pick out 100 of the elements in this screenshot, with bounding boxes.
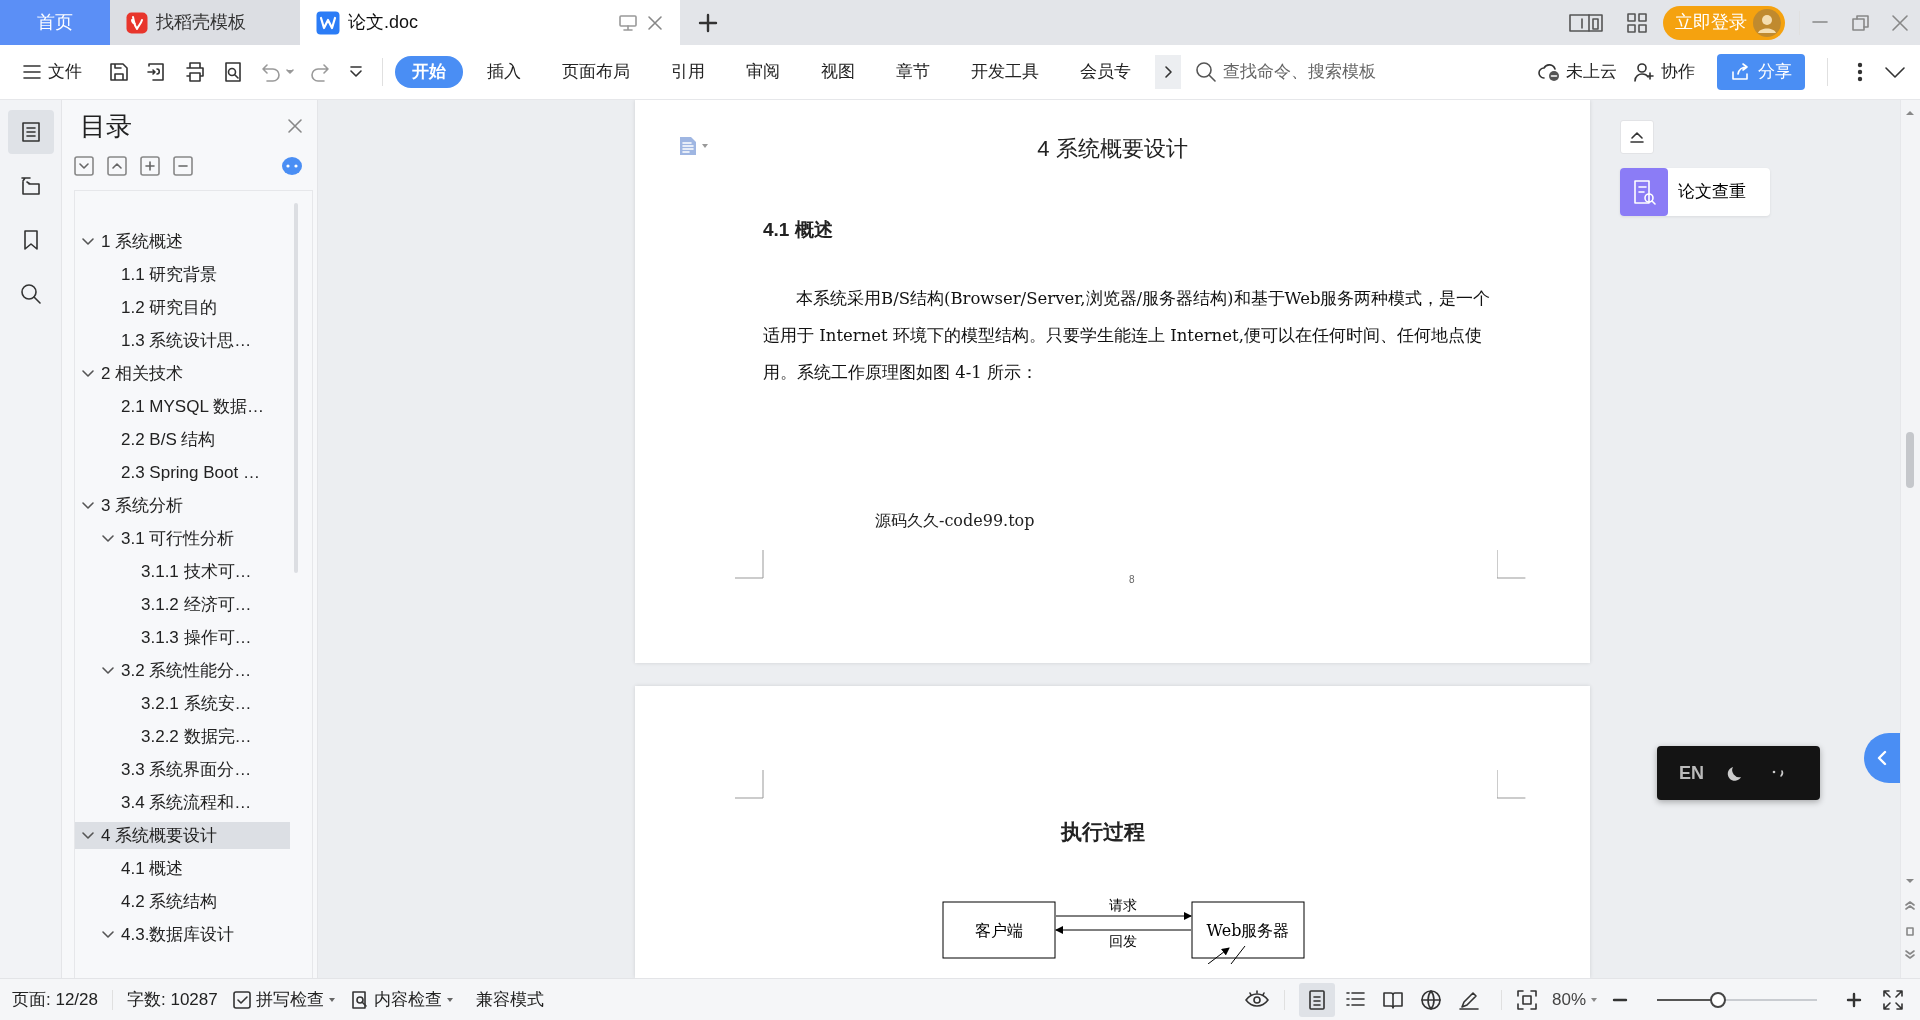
chapter-heading: 4 系统概要设计 bbox=[1037, 136, 1188, 161]
globe-icon bbox=[1419, 988, 1442, 1011]
next-page-icon[interactable] bbox=[1905, 950, 1915, 960]
page-icon[interactable] bbox=[1905, 926, 1915, 936]
zoom-in-icon[interactable] bbox=[1846, 991, 1862, 1008]
print-icon[interactable] bbox=[183, 60, 207, 84]
chevron-down-icon[interactable] bbox=[348, 64, 364, 80]
search-icon bbox=[1195, 61, 1217, 83]
share-icon bbox=[1730, 62, 1750, 82]
language-toggle[interactable]: EN bbox=[1679, 759, 1704, 787]
file-menu[interactable]: 文件 bbox=[22, 59, 82, 85]
toc-item[interactable]: 1.3 系统设计思… bbox=[75, 327, 290, 354]
toc-item[interactable]: 4.3.数据库设计 bbox=[75, 921, 290, 948]
window-tab[interactable]: 论文.doc bbox=[300, 0, 680, 45]
spell-check-button[interactable]: 拼写检查 bbox=[231, 986, 336, 1013]
save-icon[interactable] bbox=[107, 60, 131, 84]
sidebar-tool[interactable] bbox=[7, 110, 54, 154]
toc-item[interactable]: 4 系统概要设计 bbox=[75, 822, 290, 849]
word-count[interactable]: 字数: 10287 bbox=[127, 986, 218, 1013]
avatar-icon bbox=[1753, 8, 1781, 37]
toc-item[interactable]: 3.1.1 技术可… bbox=[75, 558, 290, 585]
toc-item[interactable]: 2.1 MYSQL 数据… bbox=[75, 393, 290, 420]
corner-mark bbox=[1497, 770, 1526, 799]
view-mode-button[interactable] bbox=[1298, 982, 1335, 1017]
previous-page-icon[interactable] bbox=[1905, 900, 1915, 910]
ribbon-tab[interactable]: 开发工具 bbox=[954, 56, 1056, 88]
undo-icon[interactable] bbox=[259, 61, 295, 83]
toc-item[interactable]: 2.3 Spring Boot … bbox=[75, 459, 290, 486]
diagram-node: 客户端 bbox=[942, 901, 1056, 959]
caret-icon bbox=[327, 996, 336, 1003]
document-w-icon bbox=[316, 10, 340, 35]
fullscreen-icon[interactable] bbox=[1882, 988, 1904, 1011]
monitor-icon bbox=[618, 13, 638, 32]
content-check-button[interactable]: 内容检查 bbox=[349, 986, 454, 1013]
toc-item[interactable]: 1 系统概述 bbox=[75, 228, 290, 255]
toc-item[interactable]: 3.3 系统界面分… bbox=[75, 756, 290, 783]
redo-icon[interactable] bbox=[310, 61, 332, 83]
scrollbar-thumb[interactable] bbox=[1906, 432, 1914, 488]
toc-item[interactable]: 2 相关技术 bbox=[75, 360, 290, 387]
toc-item[interactable]: 3.1.2 经济可… bbox=[75, 591, 290, 618]
tree-icon bbox=[18, 174, 43, 198]
collapse-up-icon[interactable] bbox=[1628, 129, 1646, 145]
flame-icon bbox=[126, 11, 148, 34]
chevron-left-icon bbox=[1876, 750, 1888, 766]
plus-icon[interactable] bbox=[698, 12, 718, 33]
search-field[interactable]: 查找命令、搜索模板 bbox=[1195, 58, 1391, 86]
toc-item[interactable]: 4.2 系统结构 bbox=[75, 888, 290, 915]
ribbon-tab[interactable]: 章节 bbox=[879, 56, 947, 88]
ribbon-tab[interactable]: 插入 bbox=[470, 56, 538, 88]
caret-icon bbox=[445, 996, 454, 1003]
diagram-node: Web服务器 bbox=[1191, 901, 1305, 959]
toc-item[interactable]: 3.1 可行性分析 bbox=[75, 525, 290, 552]
collaborate-button[interactable]: 协作 bbox=[1633, 59, 1695, 85]
report-icon bbox=[1620, 168, 1668, 216]
toc-item[interactable]: 1.1 研究背景 bbox=[75, 261, 290, 288]
scroll-up-icon[interactable] bbox=[1905, 108, 1915, 118]
toc-item[interactable]: 3.1.3 操作可… bbox=[75, 624, 290, 651]
panel-title: 目录 bbox=[80, 109, 132, 143]
caret-icon bbox=[1590, 996, 1598, 1003]
minus-icon[interactable] bbox=[173, 156, 193, 176]
zoom-dropdown[interactable]: 80% bbox=[1551, 986, 1598, 1013]
scroll-down-icon[interactable] bbox=[1905, 876, 1915, 886]
ai-assistant-icon[interactable] bbox=[281, 156, 303, 176]
cloud-status-button[interactable]: 未上云 bbox=[1538, 59, 1617, 85]
toc-item[interactable]: 3.2.1 系统安… bbox=[75, 690, 290, 717]
body-paragraph: 本系统采用B/S结构(Browser/Server,浏览器/服务器结构)和基于Web服务两种模式，是一个适用于 Internet 环境下的模型结构。只要学生能连上 Internet,便可以在任何时间、任何地点使用。系统工作原理图如图 4-1 所示： bbox=[763, 288, 1492, 384]
toc-item[interactable]: 1.2 研究目的 bbox=[75, 294, 290, 321]
toc-item[interactable]: 3.2.2 数据完… bbox=[75, 723, 290, 750]
slider-thumb[interactable] bbox=[1709, 991, 1726, 1008]
caret-icon[interactable] bbox=[701, 143, 709, 149]
grid-icon[interactable] bbox=[1626, 11, 1648, 34]
expand-panel-tab[interactable] bbox=[1864, 733, 1900, 783]
corner-mark bbox=[735, 550, 764, 579]
ribbon-tab[interactable]: 会员专 bbox=[1063, 56, 1148, 88]
toc-item[interactable]: 3.2 系统性能分… bbox=[75, 657, 290, 684]
expand-icon[interactable] bbox=[107, 156, 127, 176]
search-icon bbox=[18, 282, 43, 306]
corner-mark bbox=[1497, 550, 1526, 579]
close-icon[interactable] bbox=[646, 13, 664, 32]
more-icon[interactable] bbox=[1857, 62, 1863, 82]
eye-icon[interactable] bbox=[1243, 989, 1270, 1010]
ribbon-tab[interactable]: 引用 bbox=[654, 56, 722, 88]
toc-item[interactable]: 3.4 系统流程和… bbox=[75, 789, 290, 816]
fit-page-icon[interactable] bbox=[1515, 988, 1538, 1011]
ribbon-tab[interactable]: 视图 bbox=[804, 56, 872, 88]
close-icon[interactable] bbox=[287, 118, 303, 134]
chevron-down-icon[interactable] bbox=[1884, 65, 1906, 79]
ribbon-tab[interactable]: 页面布局 bbox=[545, 56, 647, 88]
toc-item[interactable]: 3 系统分析 bbox=[75, 492, 290, 519]
layout-icon[interactable] bbox=[1569, 12, 1603, 33]
page-indicator[interactable]: 页面: 12/28 bbox=[12, 986, 98, 1013]
chevron-right-icon[interactable] bbox=[1163, 65, 1173, 79]
ribbon-tab[interactable]: 审阅 bbox=[729, 56, 797, 88]
toc-item[interactable]: 4.1 概述 bbox=[75, 855, 290, 882]
diagram-title: 执行过程 bbox=[1060, 819, 1145, 844]
window-tab[interactable]: 找稻壳模板 bbox=[110, 0, 300, 45]
plagiarism-check-button[interactable]: 论文查重 bbox=[1620, 168, 1770, 216]
page-number: 8 bbox=[1129, 573, 1135, 587]
collapse-icon[interactable] bbox=[74, 156, 94, 176]
toc-item[interactable]: 2.2 B/S 结构 bbox=[75, 426, 290, 453]
